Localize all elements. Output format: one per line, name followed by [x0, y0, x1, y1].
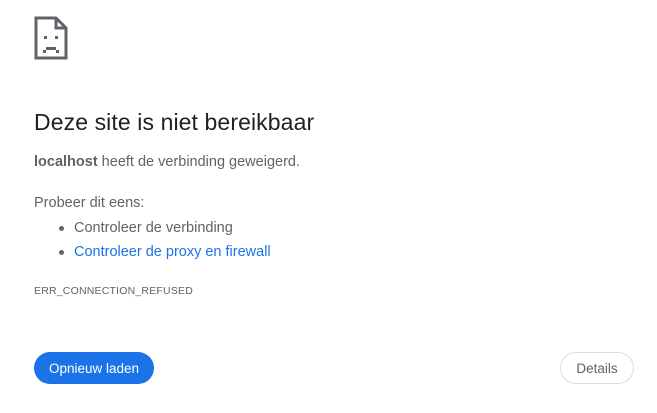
- details-button[interactable]: Details: [560, 352, 634, 384]
- suggestions-list: Controleer de verbinding Controleer de p…: [34, 218, 271, 266]
- sad-page-icon: [34, 16, 68, 60]
- page-title: Deze site is niet bereikbaar: [34, 109, 315, 135]
- suggestion-check-connection: Controleer de verbinding: [74, 220, 233, 236]
- host-name: localhost: [34, 154, 98, 170]
- error-code: ERR_CONNECTION_REFUSED: [34, 285, 194, 297]
- error-message-text: heeft de verbinding geweigerd.: [97, 154, 300, 170]
- suggestions-heading: Probeer dit eens:: [34, 195, 145, 211]
- bullet-icon: [59, 226, 64, 231]
- reload-button[interactable]: Opnieuw laden: [34, 352, 154, 384]
- suggestion-item: Controleer de proxy en firewall: [34, 242, 271, 266]
- bullet-icon: [59, 250, 64, 255]
- error-page: Deze site is niet bereikbaar localhost h…: [0, 0, 657, 413]
- error-message: localhost heeft de verbinding geweigerd.: [34, 154, 300, 170]
- suggestion-check-proxy-link[interactable]: Controleer de proxy en firewall: [74, 244, 271, 260]
- suggestion-item: Controleer de verbinding: [34, 218, 271, 242]
